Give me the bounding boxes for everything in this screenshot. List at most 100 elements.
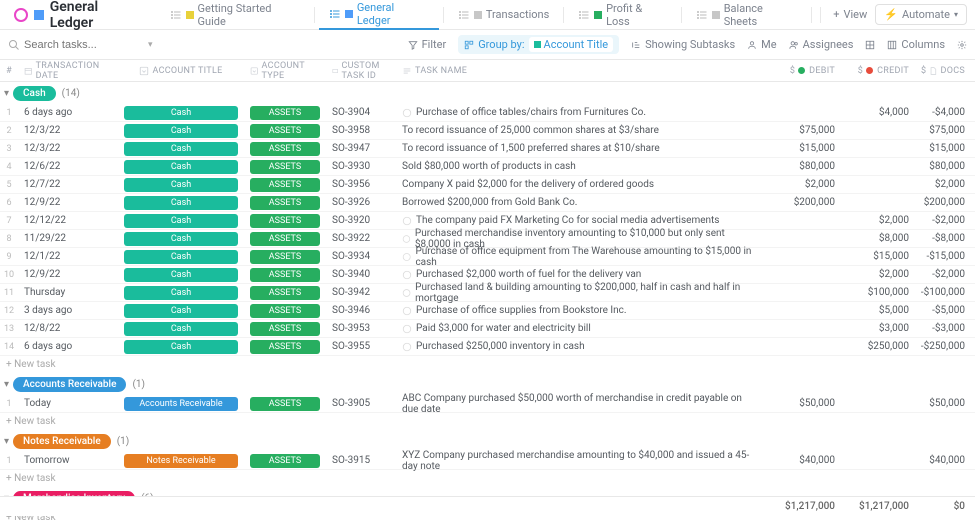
chevron-down-icon[interactable]: ▾ bbox=[4, 379, 9, 390]
divider bbox=[443, 7, 444, 23]
tab-balance-sheets[interactable]: Balance Sheets bbox=[686, 0, 807, 30]
table-row[interactable]: 5 12/7/22 Cash ASSETS SO-3956 Company X … bbox=[0, 176, 975, 194]
cell-num: 11 bbox=[0, 288, 18, 298]
table-row[interactable]: 1 Tomorrow Notes Receivable ASSETS SO-39… bbox=[0, 452, 975, 470]
cell-account: Cash bbox=[118, 268, 244, 282]
header-account-type[interactable]: ACCOUNT TYPE bbox=[244, 61, 326, 81]
subtasks-button[interactable]: Showing Subtasks bbox=[631, 38, 735, 51]
table-row[interactable]: 14 6 days ago Cash ASSETS SO-3955 Purcha… bbox=[0, 338, 975, 356]
task-text: Purchased $2,000 worth of fuel for the d… bbox=[416, 269, 641, 280]
header-debit[interactable]: $ DEBIT bbox=[761, 66, 841, 76]
new-task-button[interactable]: + New task bbox=[0, 470, 975, 487]
cell-type: ASSETS bbox=[244, 268, 326, 282]
cell-type: ASSETS bbox=[244, 250, 326, 264]
table-row[interactable]: 1 Today Accounts Receivable ASSETS SO-39… bbox=[0, 395, 975, 413]
group-header[interactable]: ▾ Cash (14) bbox=[0, 82, 975, 104]
chevron-down-icon[interactable]: ▾ bbox=[4, 436, 9, 447]
filter-button[interactable]: Filter bbox=[408, 38, 447, 51]
task-text: Purchase of office equipment from The Wa… bbox=[415, 246, 755, 268]
header-custom-id[interactable]: CUSTOM TASK ID bbox=[326, 61, 396, 81]
cell-account: Cash bbox=[118, 250, 244, 264]
bolt-icon: ⚡ bbox=[884, 8, 898, 21]
cell-num: 3 bbox=[0, 144, 18, 154]
cell-task: Company X paid $2,000 for the delivery o… bbox=[396, 179, 761, 190]
tab-profit-loss[interactable]: Profit & Loss bbox=[568, 0, 677, 30]
cell-date: 12/7/22 bbox=[18, 179, 118, 190]
columns-button[interactable]: Columns bbox=[887, 38, 945, 51]
cell-account: Notes Receivable bbox=[118, 454, 244, 468]
filter-icon bbox=[408, 40, 418, 50]
group-count: (1) bbox=[117, 436, 130, 447]
divider bbox=[563, 7, 564, 23]
header-account-title[interactable]: ACCOUNT TITLE bbox=[118, 66, 244, 76]
settings-button[interactable] bbox=[957, 40, 967, 50]
divider bbox=[314, 7, 315, 23]
dropdown-icon bbox=[250, 66, 259, 76]
table-row[interactable]: 11 Thursday Cash ASSETS SO-3942 Purchase… bbox=[0, 284, 975, 302]
cell-num: 9 bbox=[0, 252, 18, 262]
cell-task: To record issuance of 1,500 preferred sh… bbox=[396, 143, 761, 154]
cell-account: Cash bbox=[118, 160, 244, 174]
cell-task: Purchase of office equipment from The Wa… bbox=[396, 246, 761, 268]
groupby-chip[interactable]: Account Title bbox=[529, 37, 614, 52]
cell-debit: $2,000 bbox=[761, 179, 841, 190]
cell-docs: -$250,000 bbox=[915, 341, 975, 352]
header-docs[interactable]: $ DOCS bbox=[915, 66, 975, 76]
cell-custom-id: SO-3955 bbox=[326, 341, 396, 352]
cell-type: ASSETS bbox=[244, 142, 326, 156]
footer-debit: $1,217,000 bbox=[761, 501, 841, 512]
table-row[interactable]: 9 12/1/22 Cash ASSETS SO-3934 Purchase o… bbox=[0, 248, 975, 266]
add-view-button[interactable]: + View bbox=[825, 8, 875, 21]
search-icon bbox=[8, 39, 20, 51]
account-pill: Notes Receivable bbox=[124, 454, 238, 468]
cell-debit: $15,000 bbox=[761, 143, 841, 154]
tab-color-icon bbox=[345, 10, 353, 18]
cell-account: Cash bbox=[118, 286, 244, 300]
header-num[interactable]: # bbox=[0, 66, 18, 76]
search-input[interactable] bbox=[24, 39, 124, 51]
cell-num: 6 bbox=[0, 198, 18, 208]
header-credit[interactable]: $ CREDIT bbox=[841, 66, 915, 76]
table-row[interactable]: 12 3 days ago Cash ASSETS SO-3946 Purcha… bbox=[0, 302, 975, 320]
table-row[interactable]: 3 12/3/22 Cash ASSETS SO-3947 To record … bbox=[0, 140, 975, 158]
green-dot-icon bbox=[798, 67, 805, 74]
subtasks-label: Showing Subtasks bbox=[645, 38, 735, 51]
search-dropdown-icon[interactable]: ▾ bbox=[148, 40, 153, 50]
show-button[interactable] bbox=[865, 40, 875, 50]
task-icon bbox=[402, 288, 411, 298]
table-row[interactable]: 4 12/6/22 Cash ASSETS SO-3930 Sold $80,0… bbox=[0, 158, 975, 176]
cell-credit: $15,000 bbox=[841, 251, 915, 262]
cell-date: 12/3/22 bbox=[18, 125, 118, 136]
tab-color-icon bbox=[712, 11, 720, 19]
header-date[interactable]: TRANSACTION DATE bbox=[18, 61, 118, 81]
cell-task: The company paid FX Marketing Co for soc… bbox=[396, 215, 761, 226]
list-icon bbox=[170, 9, 182, 21]
tab-general-ledger[interactable]: General Ledger bbox=[319, 0, 439, 30]
automate-button[interactable]: ⚡ Automate ▾ bbox=[875, 4, 967, 25]
new-task-button[interactable]: + New task bbox=[0, 413, 975, 430]
table-row[interactable]: 1 6 days ago Cash ASSETS SO-3904 Purchas… bbox=[0, 104, 975, 122]
me-button[interactable]: Me bbox=[747, 38, 776, 51]
type-pill: ASSETS bbox=[250, 268, 320, 282]
cell-num: 1 bbox=[0, 108, 18, 118]
tab-getting-started-guide[interactable]: Getting Started Guide bbox=[160, 0, 310, 30]
tab-label: Profit & Loss bbox=[606, 2, 667, 28]
cell-docs: $15,000 bbox=[915, 143, 975, 154]
toolbar: ▾ Filter Group by: Account Title Showing… bbox=[0, 30, 975, 60]
cell-credit: $250,000 bbox=[841, 341, 915, 352]
cell-docs: $75,000 bbox=[915, 125, 975, 136]
cell-custom-id: SO-3922 bbox=[326, 233, 396, 244]
chevron-down-icon[interactable]: ▾ bbox=[4, 88, 9, 99]
tab-transactions[interactable]: Transactions bbox=[448, 0, 559, 30]
assignees-button[interactable]: Assignees bbox=[789, 38, 854, 51]
cell-custom-id: SO-3947 bbox=[326, 143, 396, 154]
groupby-button[interactable]: Group by: Account Title bbox=[458, 35, 619, 54]
group-color-icon bbox=[534, 41, 541, 48]
cell-type: ASSETS bbox=[244, 160, 326, 174]
table-row[interactable]: 13 12/8/22 Cash ASSETS SO-3953 Paid $3,0… bbox=[0, 320, 975, 338]
table-row[interactable]: 6 12/9/22 Cash ASSETS SO-3926 Borrowed $… bbox=[0, 194, 975, 212]
new-task-button[interactable]: + New task bbox=[0, 356, 975, 373]
header-task-name[interactable]: TASK NAME bbox=[396, 66, 761, 76]
table-row[interactable]: 2 12/3/22 Cash ASSETS SO-3958 To record … bbox=[0, 122, 975, 140]
cell-account: Cash bbox=[118, 304, 244, 318]
